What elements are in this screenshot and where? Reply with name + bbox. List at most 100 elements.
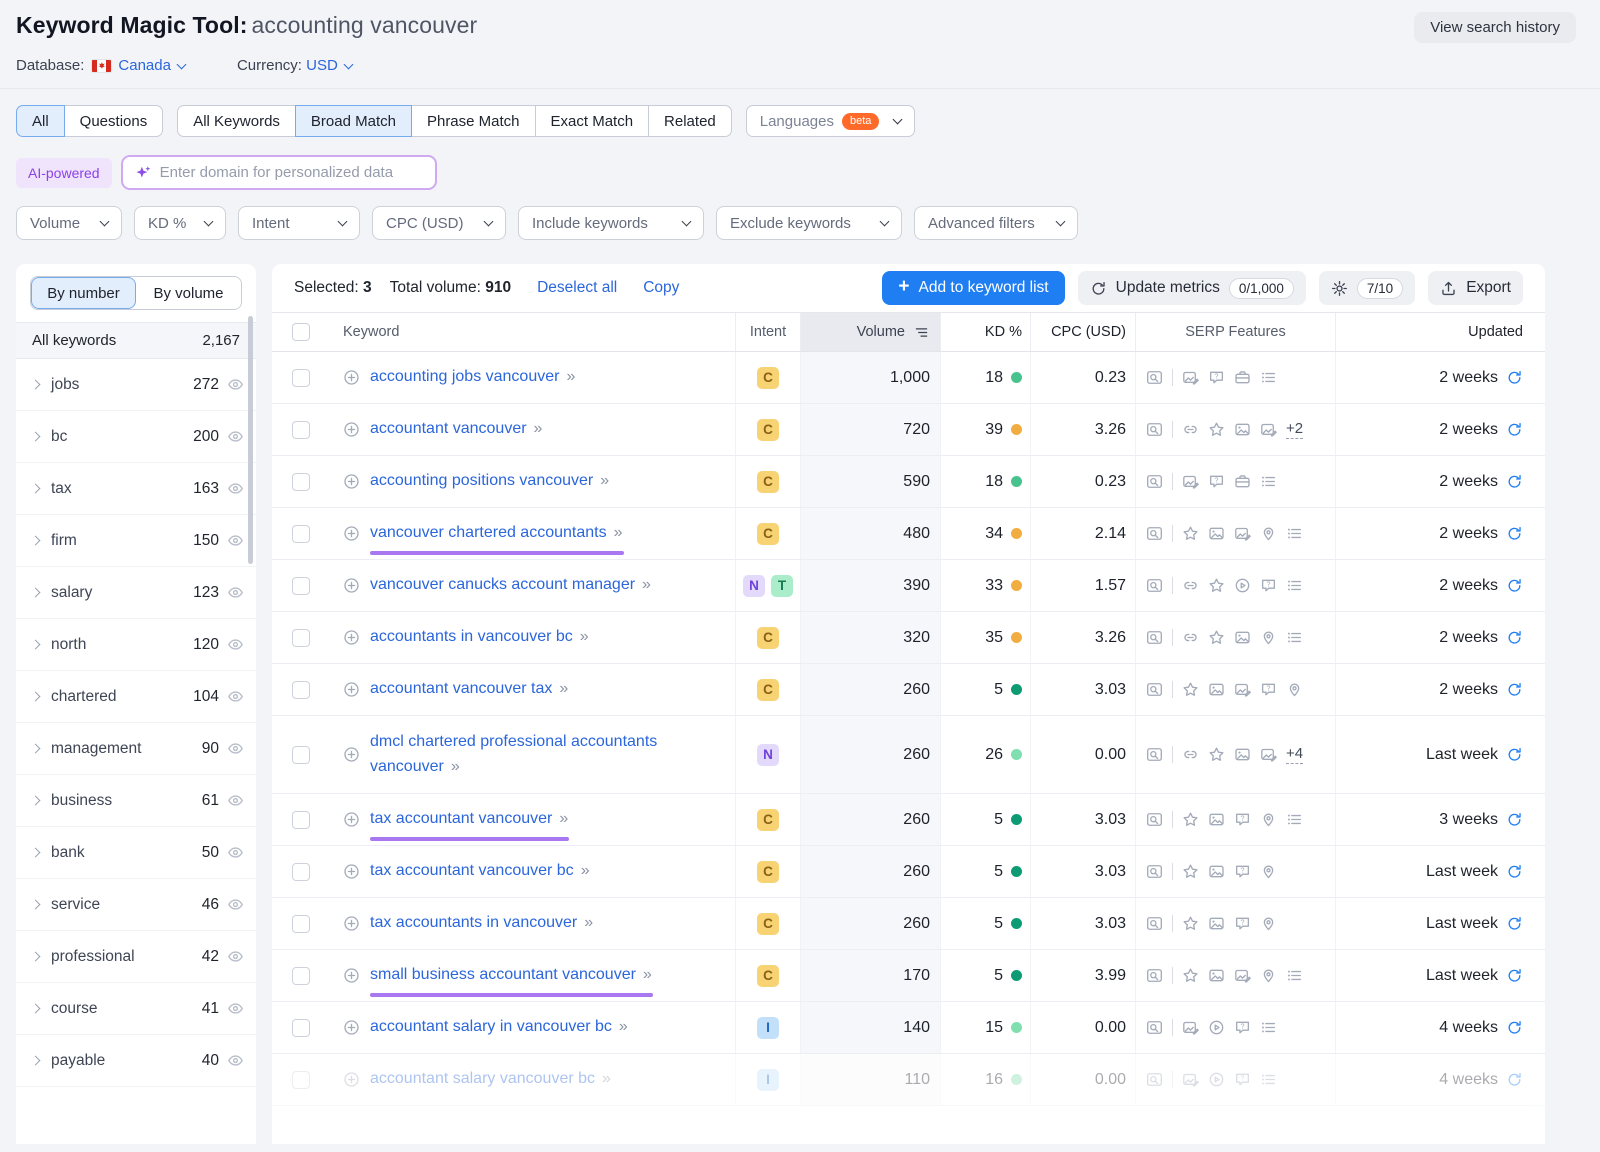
refresh-icon[interactable] [1506,525,1523,542]
sidebar-item-chartered[interactable]: chartered104 [16,671,256,723]
serp-preview-icon[interactable] [1146,577,1163,594]
serp-preview-icon[interactable] [1146,967,1163,984]
view-search-history-button[interactable]: View search history [1414,12,1576,43]
keyword-link[interactable]: accounting positions vancouver» [370,469,608,494]
add-keyword-icon[interactable] [343,421,360,438]
row-checkbox[interactable] [292,525,310,543]
tab-questions[interactable]: Questions [65,105,164,137]
sidebar-item-payable[interactable]: payable40 [16,1035,256,1087]
eye-icon[interactable] [227,844,244,861]
keyword-link[interactable]: accountant salary in vancouver bc» [370,1015,627,1040]
add-keyword-icon[interactable] [343,473,360,490]
eye-icon[interactable] [227,688,244,705]
filter-include-keywords[interactable]: Include keywords [518,206,704,240]
row-checkbox[interactable] [292,577,310,595]
eye-icon[interactable] [227,896,244,913]
filter-exclude-keywords[interactable]: Exclude keywords [716,206,902,240]
column-keyword[interactable]: Keyword [330,313,735,351]
all-keywords-row[interactable]: All keywords 2,167 [16,322,256,359]
refresh-icon[interactable] [1506,577,1523,594]
row-checkbox[interactable] [292,967,310,985]
eye-icon[interactable] [227,428,244,445]
database-select[interactable]: Canada [118,57,185,74]
add-keyword-icon[interactable] [343,1071,360,1088]
keyword-link[interactable]: small business accountant vancouver» [370,963,651,988]
column-updated[interactable]: Updated [1335,313,1545,351]
add-keyword-icon[interactable] [343,915,360,932]
sidebar-item-salary[interactable]: salary123 [16,567,256,619]
eye-icon[interactable] [227,948,244,965]
sidebar-item-management[interactable]: management90 [16,723,256,775]
add-keyword-icon[interactable] [343,577,360,594]
serp-preview-icon[interactable] [1146,525,1163,542]
toggle-by-volume[interactable]: By volume [136,277,241,309]
serp-preview-icon[interactable] [1146,421,1163,438]
domain-input[interactable] [160,164,424,181]
row-checkbox[interactable] [292,863,310,881]
filter-cpc-usd-[interactable]: CPC (USD) [372,206,506,240]
sidebar-scrollbar[interactable] [248,316,253,564]
sidebar-item-business[interactable]: business61 [16,775,256,827]
serp-preview-icon[interactable] [1146,1071,1163,1088]
filter-intent[interactable]: Intent [238,206,360,240]
settings-button[interactable]: 7/10 [1319,271,1415,305]
tab-all-keywords[interactable]: All Keywords [177,105,296,137]
sidebar-item-jobs[interactable]: jobs272 [16,359,256,411]
sidebar-item-firm[interactable]: firm150 [16,515,256,567]
keyword-link[interactable]: accountant vancouver» [370,417,541,442]
sidebar-item-professional[interactable]: professional42 [16,931,256,983]
tab-all[interactable]: All [16,105,65,137]
keyword-link[interactable]: tax accountants in vancouver» [370,911,592,936]
sidebar-item-course[interactable]: course41 [16,983,256,1035]
keyword-link[interactable]: vancouver canucks account manager» [370,573,650,598]
sidebar-item-service[interactable]: service46 [16,879,256,931]
keyword-link[interactable]: vancouver chartered accountants» [370,521,622,546]
refresh-icon[interactable] [1506,629,1523,646]
more-features[interactable]: +4 [1286,745,1303,764]
serp-preview-icon[interactable] [1146,629,1163,646]
languages-dropdown[interactable]: Languages beta [746,105,916,137]
serp-preview-icon[interactable] [1146,681,1163,698]
sidebar-item-bank[interactable]: bank50 [16,827,256,879]
row-checkbox[interactable] [292,629,310,647]
refresh-icon[interactable] [1506,967,1523,984]
refresh-icon[interactable] [1506,811,1523,828]
row-checkbox[interactable] [292,1019,310,1037]
toggle-by-number[interactable]: By number [31,277,136,309]
serp-preview-icon[interactable] [1146,915,1163,932]
refresh-icon[interactable] [1506,473,1523,490]
row-checkbox[interactable] [292,811,310,829]
add-keyword-icon[interactable] [343,681,360,698]
keyword-link[interactable]: accounting jobs vancouver» [370,365,574,390]
more-features[interactable]: +2 [1286,420,1303,439]
keyword-link[interactable]: accountants in vancouver bc» [370,625,588,650]
deselect-all-link[interactable]: Deselect all [537,279,617,297]
currency-select[interactable]: USD [306,57,352,74]
refresh-icon[interactable] [1506,421,1523,438]
row-checkbox[interactable] [292,369,310,387]
eye-icon[interactable] [227,636,244,653]
select-all-checkbox[interactable] [292,323,310,341]
serp-preview-icon[interactable] [1146,863,1163,880]
add-keyword-icon[interactable] [343,811,360,828]
row-checkbox[interactable] [292,681,310,699]
sidebar-item-bc[interactable]: bc200 [16,411,256,463]
keyword-link[interactable]: tax accountant vancouver bc» [370,859,589,884]
row-checkbox[interactable] [292,421,310,439]
column-kd[interactable]: KD % [940,313,1030,351]
add-keyword-icon[interactable] [343,629,360,646]
sidebar-item-tax[interactable]: tax163 [16,463,256,515]
tab-exact-match[interactable]: Exact Match [536,105,650,137]
eye-icon[interactable] [227,740,244,757]
eye-icon[interactable] [227,376,244,393]
eye-icon[interactable] [227,1052,244,1069]
add-keyword-icon[interactable] [343,1019,360,1036]
serp-preview-icon[interactable] [1146,746,1163,763]
filter-advanced-filters[interactable]: Advanced filters [914,206,1078,240]
eye-icon[interactable] [227,480,244,497]
keyword-link[interactable]: tax accountant vancouver» [370,807,567,832]
filter-volume[interactable]: Volume [16,206,122,240]
add-keyword-icon[interactable] [343,967,360,984]
tab-broad-match[interactable]: Broad Match [295,105,412,137]
column-volume[interactable]: Volume [800,313,940,351]
